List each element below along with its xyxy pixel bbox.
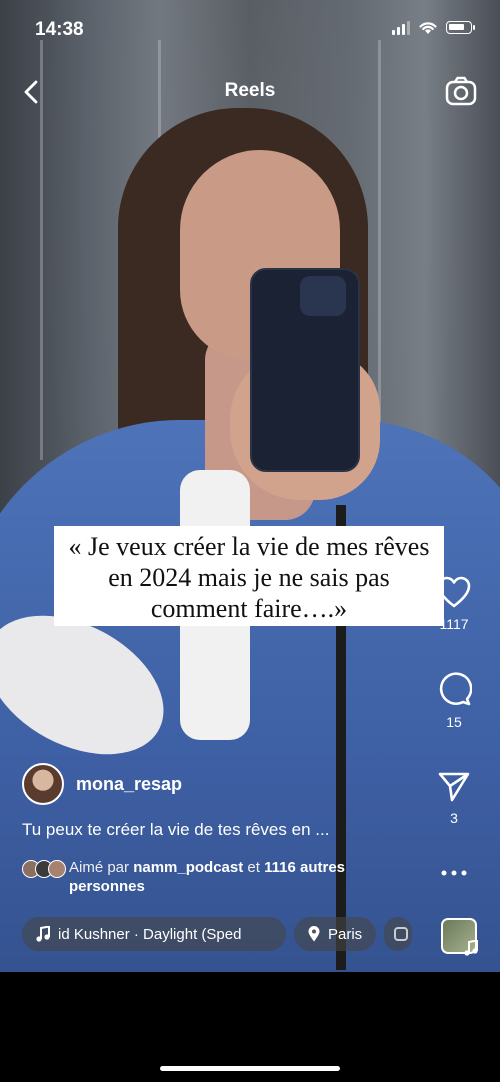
status-bar: 14:38	[0, 0, 500, 60]
comment-icon[interactable]	[436, 671, 473, 707]
reels-header: Reels	[0, 72, 500, 112]
avatar	[48, 860, 66, 878]
camera-icon[interactable]	[444, 74, 478, 108]
cellular-signal-icon	[392, 20, 410, 35]
music-note-icon	[36, 926, 50, 942]
status-icons	[392, 20, 475, 35]
location-chip-label: Paris	[328, 925, 363, 943]
music-chip[interactable]: id Kushner · Daylight (Sped	[22, 917, 286, 951]
comment-action[interactable]: 15	[422, 671, 486, 730]
location-pin-icon	[308, 926, 320, 942]
like-count: 1117	[439, 616, 469, 632]
more-options[interactable]	[422, 865, 486, 883]
effect-chip[interactable]	[384, 917, 413, 951]
more-icon[interactable]	[439, 868, 469, 878]
liked-by-text: Aimé par namm_podcast et 1116 autres per…	[69, 858, 399, 896]
post-caption[interactable]: Tu peux te créer la vie de tes rêves en …	[22, 820, 329, 840]
comment-count: 15	[446, 714, 462, 730]
page-title: Reels	[224, 80, 276, 101]
liked-by-user[interactable]: namm_podcast	[133, 859, 243, 876]
home-indicator[interactable]	[160, 1066, 340, 1071]
video-phone-camera	[300, 276, 346, 316]
effect-icon	[394, 927, 409, 941]
music-note-icon	[464, 940, 478, 956]
music-chip-label: id Kushner · Daylight (Sped	[58, 925, 242, 943]
liked-by-suffix[interactable]: personnes	[69, 878, 145, 895]
status-time: 14:38	[35, 19, 84, 40]
avatar[interactable]	[22, 763, 64, 805]
share-count: 3	[450, 810, 458, 826]
share-action[interactable]: 3	[422, 771, 486, 826]
location-chip[interactable]: Paris	[294, 917, 377, 951]
video-text-overlay: « Je veux créer la vie de mes rêves en 2…	[54, 526, 444, 626]
post-author[interactable]: mona_resap	[22, 763, 182, 805]
send-icon[interactable]	[437, 771, 471, 803]
username[interactable]: mona_resap	[76, 774, 182, 795]
like-action[interactable]: 1117	[422, 575, 486, 632]
heart-icon[interactable]	[436, 575, 472, 609]
liked-by-avatars	[22, 860, 66, 896]
liked-by-middle: et	[243, 859, 265, 876]
wifi-icon	[419, 22, 437, 34]
liked-by-count[interactable]: 1116 autres	[264, 859, 345, 876]
battery-icon	[446, 21, 475, 34]
liked-by-prefix: Aimé par	[69, 859, 134, 876]
liked-by[interactable]: Aimé par namm_podcast et 1116 autres per…	[22, 858, 399, 896]
reel-chips: id Kushner · Daylight (Sped Paris	[22, 917, 413, 951]
